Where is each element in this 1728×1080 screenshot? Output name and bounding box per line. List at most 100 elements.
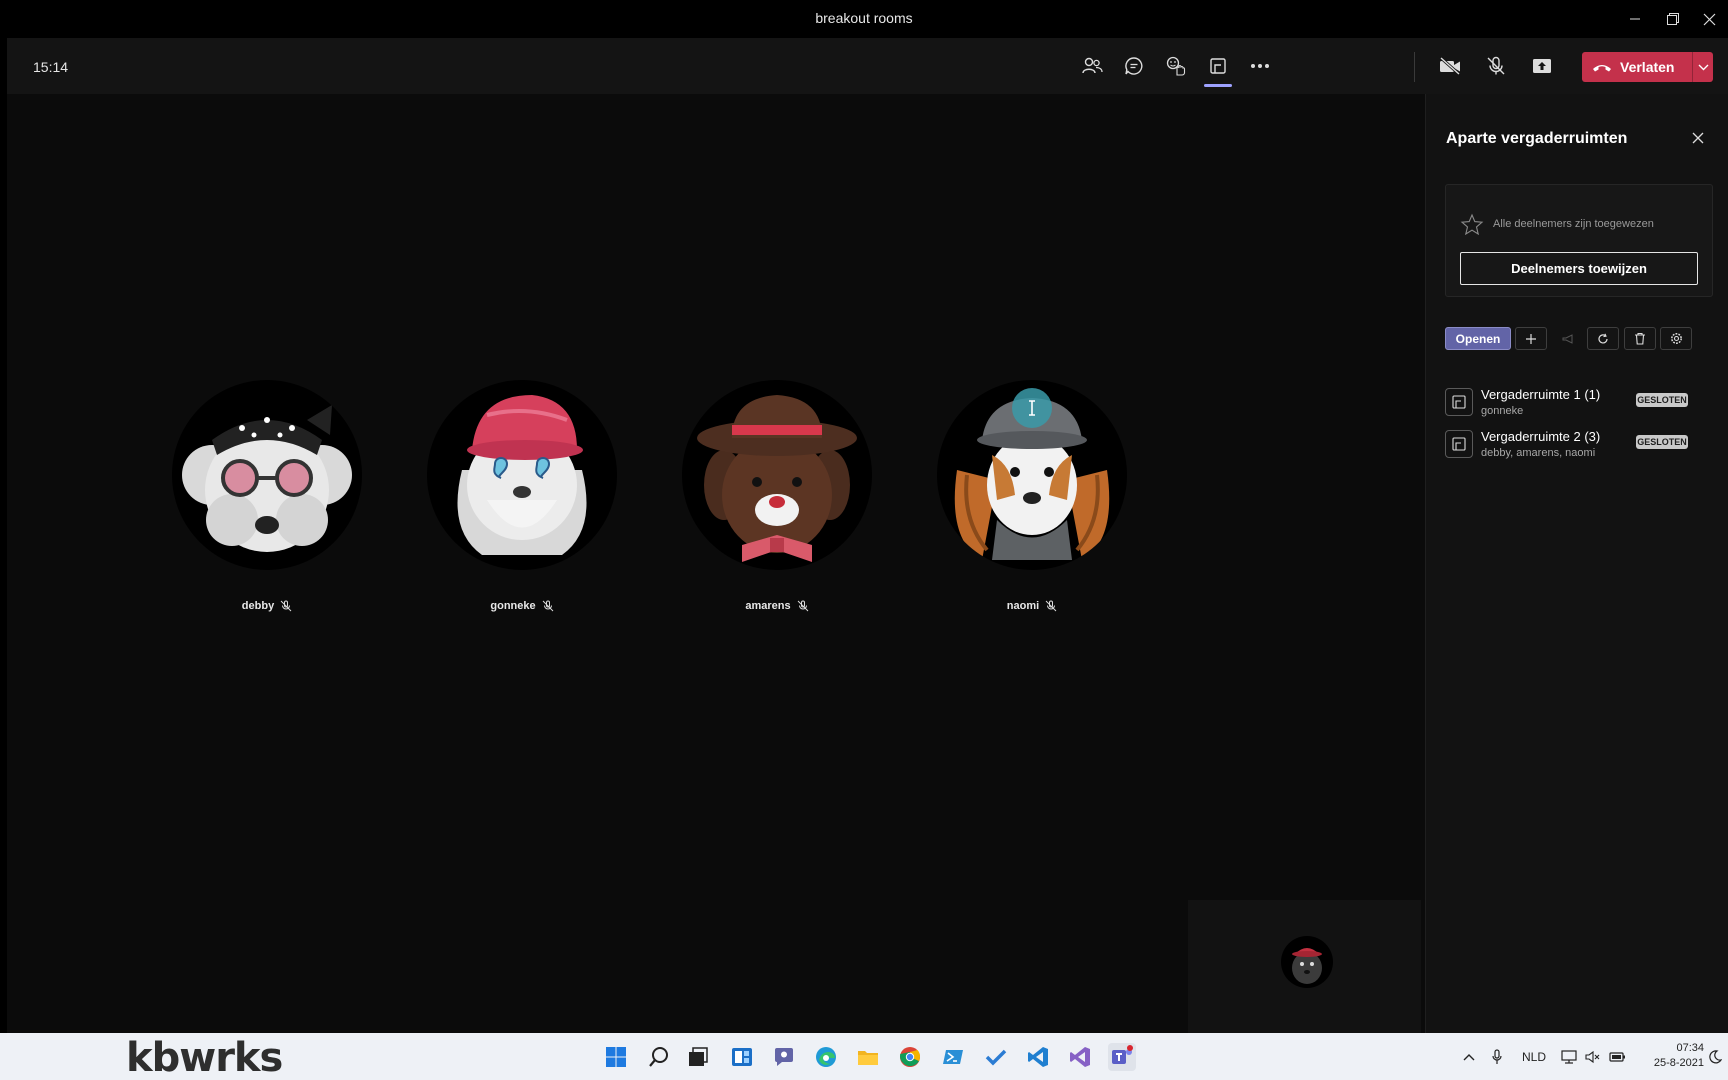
- recreate-rooms-button[interactable]: [1587, 327, 1619, 350]
- taskbar-clock[interactable]: 07:34 25-8-2021: [1634, 1041, 1704, 1071]
- share-tray-icon: [1533, 59, 1551, 73]
- participant-tile[interactable]: naomi: [932, 380, 1132, 612]
- search-icon: [649, 1047, 668, 1067]
- checkmark-icon: [985, 1049, 1007, 1066]
- plus-icon: [1526, 333, 1536, 344]
- leave-button[interactable]: Verlaten: [1582, 52, 1713, 82]
- camera-toggle-button[interactable]: [1430, 48, 1470, 84]
- avatar: [937, 380, 1127, 570]
- volume-muted-icon: [1585, 1050, 1600, 1063]
- breakout-rooms-panel: Aparte vergaderruimten Alle deelnemers z…: [1425, 94, 1728, 1033]
- room-item[interactable]: Vergaderruimte 2 (3) debby, amarens, nao…: [1445, 426, 1715, 462]
- panel-title: Aparte vergaderruimten: [1446, 130, 1628, 147]
- edge-button[interactable]: [812, 1043, 840, 1071]
- battery-tray-button[interactable]: [1608, 1033, 1628, 1080]
- volume-tray-button[interactable]: [1584, 1033, 1602, 1080]
- room-status-badge: GESLOTEN: [1636, 435, 1688, 449]
- minimize-icon: [1630, 18, 1640, 20]
- teams-chat-button[interactable]: [770, 1043, 798, 1071]
- breakout-rooms-icon: [1452, 395, 1466, 409]
- kbworks-logo: kbwrks: [126, 1035, 283, 1080]
- show-hidden-icons-button[interactable]: [1460, 1033, 1478, 1080]
- room-icon: [1445, 430, 1473, 458]
- assign-participants-button[interactable]: Deelnemers toewijzen: [1460, 252, 1698, 285]
- mic-toggle-button[interactable]: [1476, 48, 1516, 84]
- meeting-duration: 15:14: [33, 59, 69, 75]
- avatar: [172, 380, 362, 570]
- teams-button[interactable]: [1108, 1043, 1136, 1071]
- add-room-button[interactable]: [1515, 327, 1547, 350]
- battery-icon: [1609, 1051, 1625, 1062]
- microphone-tray-button[interactable]: [1488, 1033, 1506, 1080]
- people-icon: [1082, 57, 1103, 74]
- powershell-button[interactable]: [939, 1043, 967, 1071]
- room-item[interactable]: Vergaderruimte 1 (1) gonneke GESLOTEN: [1445, 384, 1715, 420]
- teams-meeting-window: 15:14 Verlaten debby gonneke amarens nao…: [7, 38, 1728, 1033]
- window-titlebar: breakout rooms: [0, 0, 1728, 38]
- leave-label: Verlaten: [1620, 59, 1675, 75]
- megaphone-icon: [1562, 333, 1573, 344]
- mic-off-icon: [1045, 600, 1057, 612]
- room-name: Vergaderruimte 2 (3): [1481, 429, 1601, 444]
- chrome-button[interactable]: [896, 1043, 924, 1071]
- star-icon: [1460, 213, 1484, 235]
- room-status-badge: GESLOTEN: [1636, 393, 1688, 407]
- panel-close-button[interactable]: [1688, 128, 1708, 148]
- vscode-button[interactable]: [1024, 1043, 1052, 1071]
- open-rooms-button[interactable]: Openen: [1445, 327, 1511, 350]
- room-members: debby, amarens, naomi: [1481, 447, 1596, 459]
- assignment-status-text: Alle deelnemers zijn toegewezen: [1493, 218, 1654, 230]
- powershell-icon: [943, 1050, 963, 1064]
- mic-off-icon: [1487, 56, 1505, 75]
- participant-name: debby: [241, 600, 275, 612]
- breakout-rooms-icon: [1452, 437, 1466, 451]
- task-view-button[interactable]: [684, 1043, 712, 1071]
- teams-icon: [1112, 1045, 1133, 1064]
- avatar: [682, 380, 872, 570]
- file-explorer-button[interactable]: [854, 1043, 882, 1071]
- mic-off-icon: [280, 600, 292, 612]
- start-button[interactable]: [602, 1043, 630, 1071]
- clock-time: 07:34: [1676, 1042, 1704, 1054]
- breakout-rooms-button[interactable]: [1198, 48, 1238, 87]
- share-screen-button[interactable]: [1522, 48, 1562, 84]
- input-language[interactable]: NLD: [1516, 1033, 1552, 1080]
- visual-studio-button[interactable]: [1066, 1043, 1094, 1071]
- gear-icon: [1670, 333, 1682, 344]
- refresh-icon: [1598, 333, 1608, 343]
- reactions-button[interactable]: [1156, 48, 1196, 84]
- trash-icon: [1635, 332, 1645, 345]
- clock-date: 25-8-2021: [1653, 1057, 1704, 1069]
- moon-icon: [1709, 1049, 1722, 1063]
- participant-tile[interactable]: gonneke: [422, 380, 622, 612]
- participant-tile[interactable]: amarens: [677, 380, 877, 612]
- visual-studio-icon: [1070, 1047, 1090, 1067]
- participant-tile[interactable]: debby: [167, 380, 367, 612]
- notifications-button[interactable]: [1706, 1033, 1724, 1080]
- delete-rooms-button[interactable]: [1624, 327, 1656, 350]
- announcement-button[interactable]: [1552, 327, 1584, 350]
- windows-taskbar: kbwrks NLD 07:34 25-8-2021: [0, 1033, 1728, 1080]
- todo-button[interactable]: [982, 1043, 1010, 1071]
- mic-off-icon: [542, 600, 553, 612]
- window-title: breakout rooms: [815, 10, 913, 26]
- self-view-tile[interactable]: [1188, 900, 1421, 1033]
- chat-icon: [1125, 57, 1143, 75]
- more-actions-button[interactable]: [1240, 48, 1280, 84]
- edge-icon: [816, 1047, 836, 1067]
- assignment-status: Alle deelnemers zijn toegewezen: [1460, 213, 1654, 235]
- room-settings-button[interactable]: [1660, 327, 1692, 350]
- breakout-rooms-icon: [1210, 58, 1226, 74]
- phone-hangup-icon: [1593, 65, 1611, 72]
- participants-button[interactable]: [1072, 48, 1112, 84]
- close-window-button[interactable]: [1686, 0, 1728, 38]
- participant-name: gonneke: [490, 600, 536, 612]
- participant-name: naomi: [1006, 600, 1040, 612]
- chat-button[interactable]: [1114, 48, 1154, 84]
- more-icon: [1251, 64, 1269, 68]
- network-tray-button[interactable]: [1560, 1033, 1578, 1080]
- search-button[interactable]: [645, 1043, 673, 1071]
- widgets-button[interactable]: [728, 1043, 756, 1071]
- room-name: Vergaderruimte 1 (1): [1481, 387, 1601, 402]
- leave-options-dropdown[interactable]: [1692, 52, 1713, 82]
